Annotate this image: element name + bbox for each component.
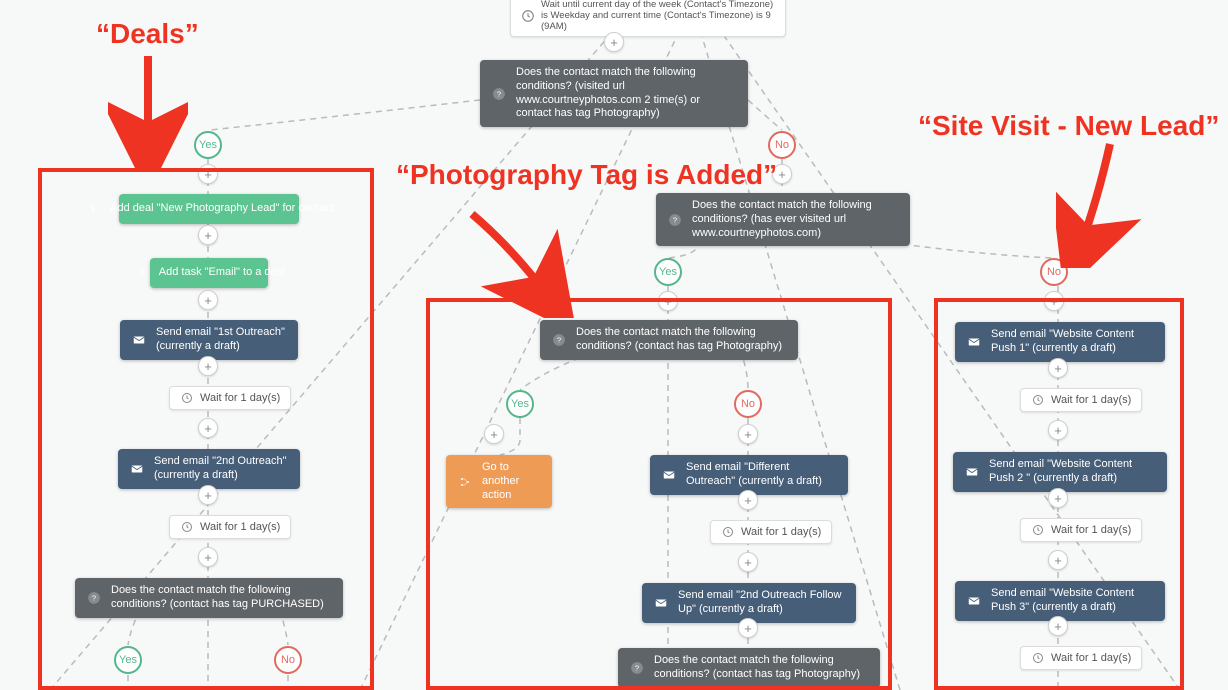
- add-step-button[interactable]: +: [604, 32, 624, 52]
- condition-root[interactable]: ? Does the contact match the following c…: [480, 60, 748, 127]
- svg-text:?: ?: [673, 215, 677, 224]
- automation-canvas: Wait until current day of the week (Cont…: [0, 0, 1228, 690]
- branch-no[interactable]: No: [768, 131, 796, 159]
- branch-yes[interactable]: Yes: [654, 258, 682, 286]
- node-label: Does the contact match the following con…: [692, 199, 900, 240]
- question-icon: ?: [666, 211, 684, 229]
- arrow-icon: [108, 50, 188, 170]
- wait-schedule-node[interactable]: Wait until current day of the week (Cont…: [510, 0, 786, 37]
- deals-annotation: “Deals”: [96, 18, 199, 50]
- clock-icon: [521, 9, 535, 23]
- question-icon: ?: [490, 85, 508, 103]
- site-visit-highlight: [934, 298, 1184, 690]
- svg-text:?: ?: [497, 89, 501, 98]
- deals-highlight: [38, 168, 374, 690]
- arrow-icon: [452, 208, 592, 318]
- photo-tag-highlight: [426, 298, 892, 690]
- condition-visited[interactable]: ? Does the contact match the following c…: [656, 193, 910, 246]
- photo-annotation: “Photography Tag is Added”: [396, 160, 777, 191]
- arrow-icon: [1056, 138, 1146, 268]
- branch-yes[interactable]: Yes: [194, 131, 222, 159]
- node-label: Does the contact match the following con…: [516, 66, 738, 121]
- node-label: Wait until current day of the week (Cont…: [541, 0, 775, 32]
